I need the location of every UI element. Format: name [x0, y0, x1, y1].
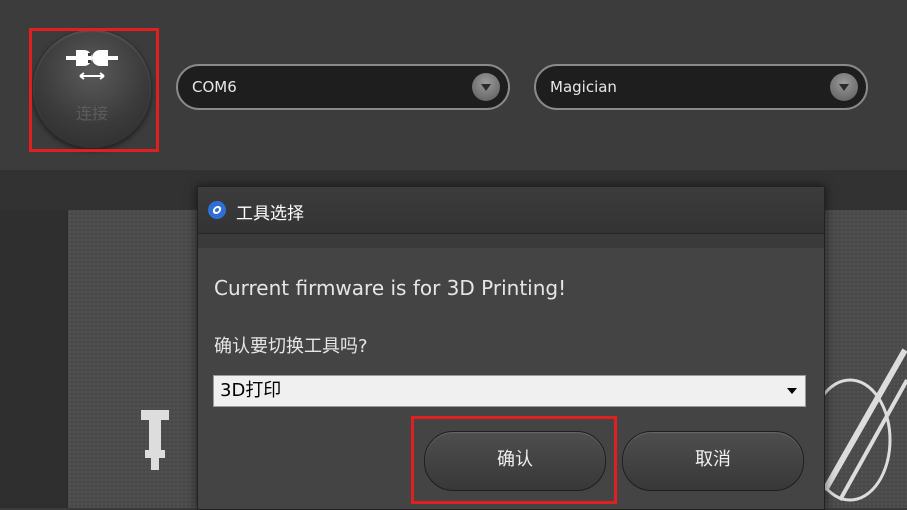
device-select[interactable]: Magician	[534, 64, 868, 110]
robot-arm-icon	[141, 410, 169, 470]
chevron-down-icon[interactable]	[787, 388, 797, 394]
chevron-down-icon[interactable]	[472, 73, 500, 101]
tool-select-dialog: 工具选择 Current firmware is for 3D Printing…	[197, 186, 825, 510]
confirm-button[interactable]: 确认	[424, 431, 606, 491]
plug-icon	[66, 50, 118, 80]
port-select-value: COM6	[192, 78, 237, 96]
switch-question: 确认要切换工具吗?	[214, 336, 368, 357]
firmware-message: Current firmware is for 3D Printing!	[214, 276, 567, 300]
left-panel	[0, 210, 66, 508]
device-select-value: Magician	[550, 78, 617, 96]
connect-label: 连接	[75, 104, 108, 123]
chevron-down-icon[interactable]	[830, 73, 858, 101]
dialog-title: 工具选择	[236, 204, 304, 224]
dialog-divider	[198, 234, 824, 248]
app-logo-icon	[208, 201, 226, 219]
tool-select-value: 3D打印	[220, 380, 282, 401]
dialog-titlebar: 工具选择	[198, 187, 824, 234]
tool-select[interactable]: 3D打印	[213, 375, 806, 407]
cancel-button[interactable]: 取消	[622, 431, 804, 491]
port-select[interactable]: COM6	[176, 64, 510, 110]
connect-button[interactable]: 连接	[33, 30, 151, 148]
